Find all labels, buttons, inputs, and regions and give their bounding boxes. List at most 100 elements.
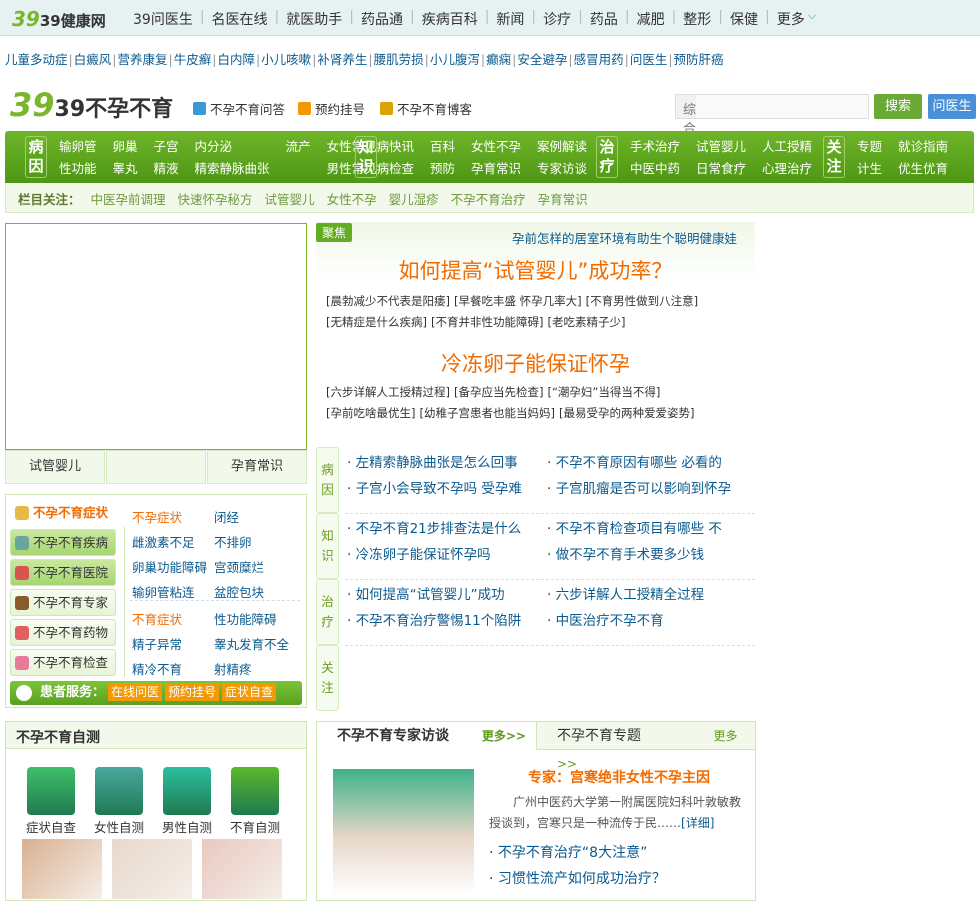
focus-link[interactable]: 不孕不育治疗: [451, 192, 526, 207]
symptom-link[interactable]: 精冷不育: [132, 659, 214, 678]
focus-link[interactable]: 快速怀孕秘方: [178, 192, 253, 207]
nav-item[interactable]: 疾病百科: [422, 9, 478, 29]
symptom-tab-3[interactable]: 不孕不育专家: [10, 589, 116, 616]
nav-link[interactable]: 输卵管: [59, 136, 97, 158]
focus-link[interactable]: 婴儿湿疹: [389, 192, 439, 207]
symptom-link[interactable]: 输卵管粘连: [132, 582, 214, 601]
nav-link[interactable]: 精液: [154, 158, 179, 180]
symptom-link[interactable]: 不排卵: [214, 532, 294, 551]
nav-link[interactable]: 百科: [430, 136, 455, 158]
service-button[interactable]: 症状自查: [222, 683, 277, 701]
appointment-link[interactable]: 预约挂号: [298, 99, 365, 118]
symptom-tab-2[interactable]: 不孕不育医院: [10, 559, 116, 586]
hot-link[interactable]: 小儿咳嗽: [261, 52, 311, 67]
symptom-tab-5[interactable]: 不孕不育检查: [10, 649, 116, 676]
nav-link[interactable]: 中医中药: [630, 158, 680, 180]
nav-link[interactable]: 计生: [857, 158, 882, 180]
nav-item[interactable]: 名医在线: [212, 9, 268, 29]
focus-link[interactable]: 中医孕前调理: [91, 192, 166, 207]
focus-link[interactable]: [早餐吃丰盛 怀孕几率大]: [454, 294, 582, 308]
category-link[interactable]: 不孕不育治疗警惕11个陷阱: [347, 610, 547, 632]
symptom-tab-0[interactable]: 不孕不育症状: [10, 499, 128, 526]
symptom-check-icon[interactable]: [27, 767, 75, 815]
hot-link[interactable]: 营养康复: [117, 52, 167, 67]
category-link[interactable]: 冷冻卵子能保证怀孕吗: [347, 544, 547, 566]
selftest-label[interactable]: 症状自查: [21, 817, 81, 836]
nav-item[interactable]: 减肥: [637, 9, 665, 29]
nav-link[interactable]: 日常食疗: [696, 158, 746, 180]
category-link[interactable]: 中医治疗不孕不育: [547, 610, 747, 632]
focus-top-link[interactable]: 孕前怎样的居室环境有助生个聪明健康娃: [512, 228, 737, 247]
blog-link[interactable]: 不孕不育博客: [380, 99, 472, 118]
symptom-link[interactable]: 雌激素不足: [132, 532, 214, 551]
search-input[interactable]: [696, 95, 874, 118]
service-button[interactable]: 在线问医: [108, 683, 163, 701]
nav-link[interactable]: [286, 158, 311, 180]
expert-link[interactable]: 不孕不育治疗“8大注意”: [498, 845, 647, 861]
symptom-group-title[interactable]: 不孕症状: [132, 507, 214, 526]
nav-link[interactable]: 性功能: [59, 158, 97, 180]
nav-link[interactable]: 孕育常识: [471, 158, 521, 180]
category-link[interactable]: 不孕不育检查项目有哪些 不: [547, 518, 747, 540]
selftest-photo[interactable]: [112, 839, 192, 899]
focus-link[interactable]: [不育并非性功能障碍]: [431, 315, 543, 329]
category-link[interactable]: 子宫小会导致不孕吗 受孕难: [347, 478, 547, 500]
site-logo[interactable]: 3939健康网: [12, 7, 106, 31]
hot-link[interactable]: 腰肌劳损: [374, 52, 424, 67]
expert-photo[interactable]: [333, 769, 474, 894]
symptom-link[interactable]: 卵巢功能障碍: [132, 557, 214, 576]
nav-link[interactable]: 女性不孕: [471, 136, 521, 158]
focus-link[interactable]: [老吃素精子少]: [547, 315, 625, 329]
nav-item[interactable]: 新闻: [496, 9, 524, 29]
selftest-label[interactable]: 不育自测: [225, 817, 285, 836]
symptom-tab-1[interactable]: 不孕不育疾病: [10, 529, 116, 556]
category-link[interactable]: 如何提高“试管婴儿”成功: [347, 584, 547, 606]
focus-link[interactable]: [不育男性做到八注意]: [586, 294, 698, 308]
focus-link[interactable]: [幼稚子宫患者也能当妈妈]: [419, 406, 554, 420]
focus-link[interactable]: [最易受孕的两种爱爱姿势]: [559, 406, 694, 420]
female-test-icon[interactable]: [95, 767, 143, 815]
qa-link[interactable]: 不孕不育问答: [193, 99, 285, 118]
nav-item[interactable]: 药品: [590, 9, 618, 29]
nav-link[interactable]: 卵巢: [113, 136, 138, 158]
selftest-photo[interactable]: [22, 839, 102, 899]
slideshow[interactable]: [5, 223, 307, 450]
nav-item[interactable]: 诊疗: [543, 9, 571, 29]
headline-1[interactable]: 如何提高“试管婴儿”成功率？: [316, 255, 755, 285]
category-link[interactable]: 左精索静脉曲张是怎么回事: [347, 452, 547, 474]
nav-link[interactable]: 流产: [286, 136, 311, 158]
expert-headline[interactable]: 专家：宫寒绝非女性不孕主因: [489, 767, 749, 787]
nav-link[interactable]: 快讯: [389, 136, 414, 158]
hot-link[interactable]: 白内障: [217, 52, 255, 67]
headline-2[interactable]: 冷冻卵子能保证怀孕: [316, 348, 755, 378]
service-button[interactable]: 预约挂号: [165, 683, 220, 701]
nav-link[interactable]: 案例解读: [537, 136, 587, 158]
male-test-icon[interactable]: [163, 767, 211, 815]
nav-link[interactable]: 内分泌: [195, 136, 270, 158]
focus-link[interactable]: [“潮孕妇”当得当不得]: [547, 385, 660, 399]
nav-item[interactable]: 就医助手: [286, 9, 342, 29]
nav-link[interactable]: 试管婴儿: [696, 136, 746, 158]
nav-link[interactable]: 优生优育: [898, 158, 948, 180]
hot-link[interactable]: 安全避孕: [517, 52, 567, 67]
nav-link[interactable]: 人工授精: [762, 136, 812, 158]
ask-doctor-button[interactable]: 问医生: [928, 94, 976, 119]
focus-link[interactable]: 试管婴儿: [265, 192, 315, 207]
symptom-link[interactable]: 闭经: [214, 507, 294, 526]
nav-link[interactable]: 心理治疗: [762, 158, 812, 180]
category-link[interactable]: 六步详解人工授精全过程: [547, 584, 747, 606]
nav-link[interactable]: 手术治疗: [630, 136, 680, 158]
nav-link[interactable]: 检查: [389, 158, 414, 180]
hot-link[interactable]: 儿童多动症: [5, 52, 68, 67]
more-link[interactable]: 更多>>: [482, 729, 526, 743]
detail-link[interactable]: [详细]: [681, 816, 714, 830]
nav-link[interactable]: 专家访谈: [537, 158, 587, 180]
hot-link[interactable]: 白癜风: [74, 52, 112, 67]
hot-link[interactable]: 问医生: [630, 52, 668, 67]
symptom-link[interactable]: 睾丸发育不全: [214, 634, 294, 653]
symptom-link[interactable]: 性功能障碍: [214, 609, 294, 628]
symptom-link[interactable]: 射精疼: [214, 659, 294, 678]
hot-link[interactable]: 补肾养生: [317, 52, 367, 67]
focus-link[interactable]: [孕前吃啥最优生]: [326, 406, 415, 420]
symptom-link[interactable]: 盆腔包块: [214, 582, 294, 601]
